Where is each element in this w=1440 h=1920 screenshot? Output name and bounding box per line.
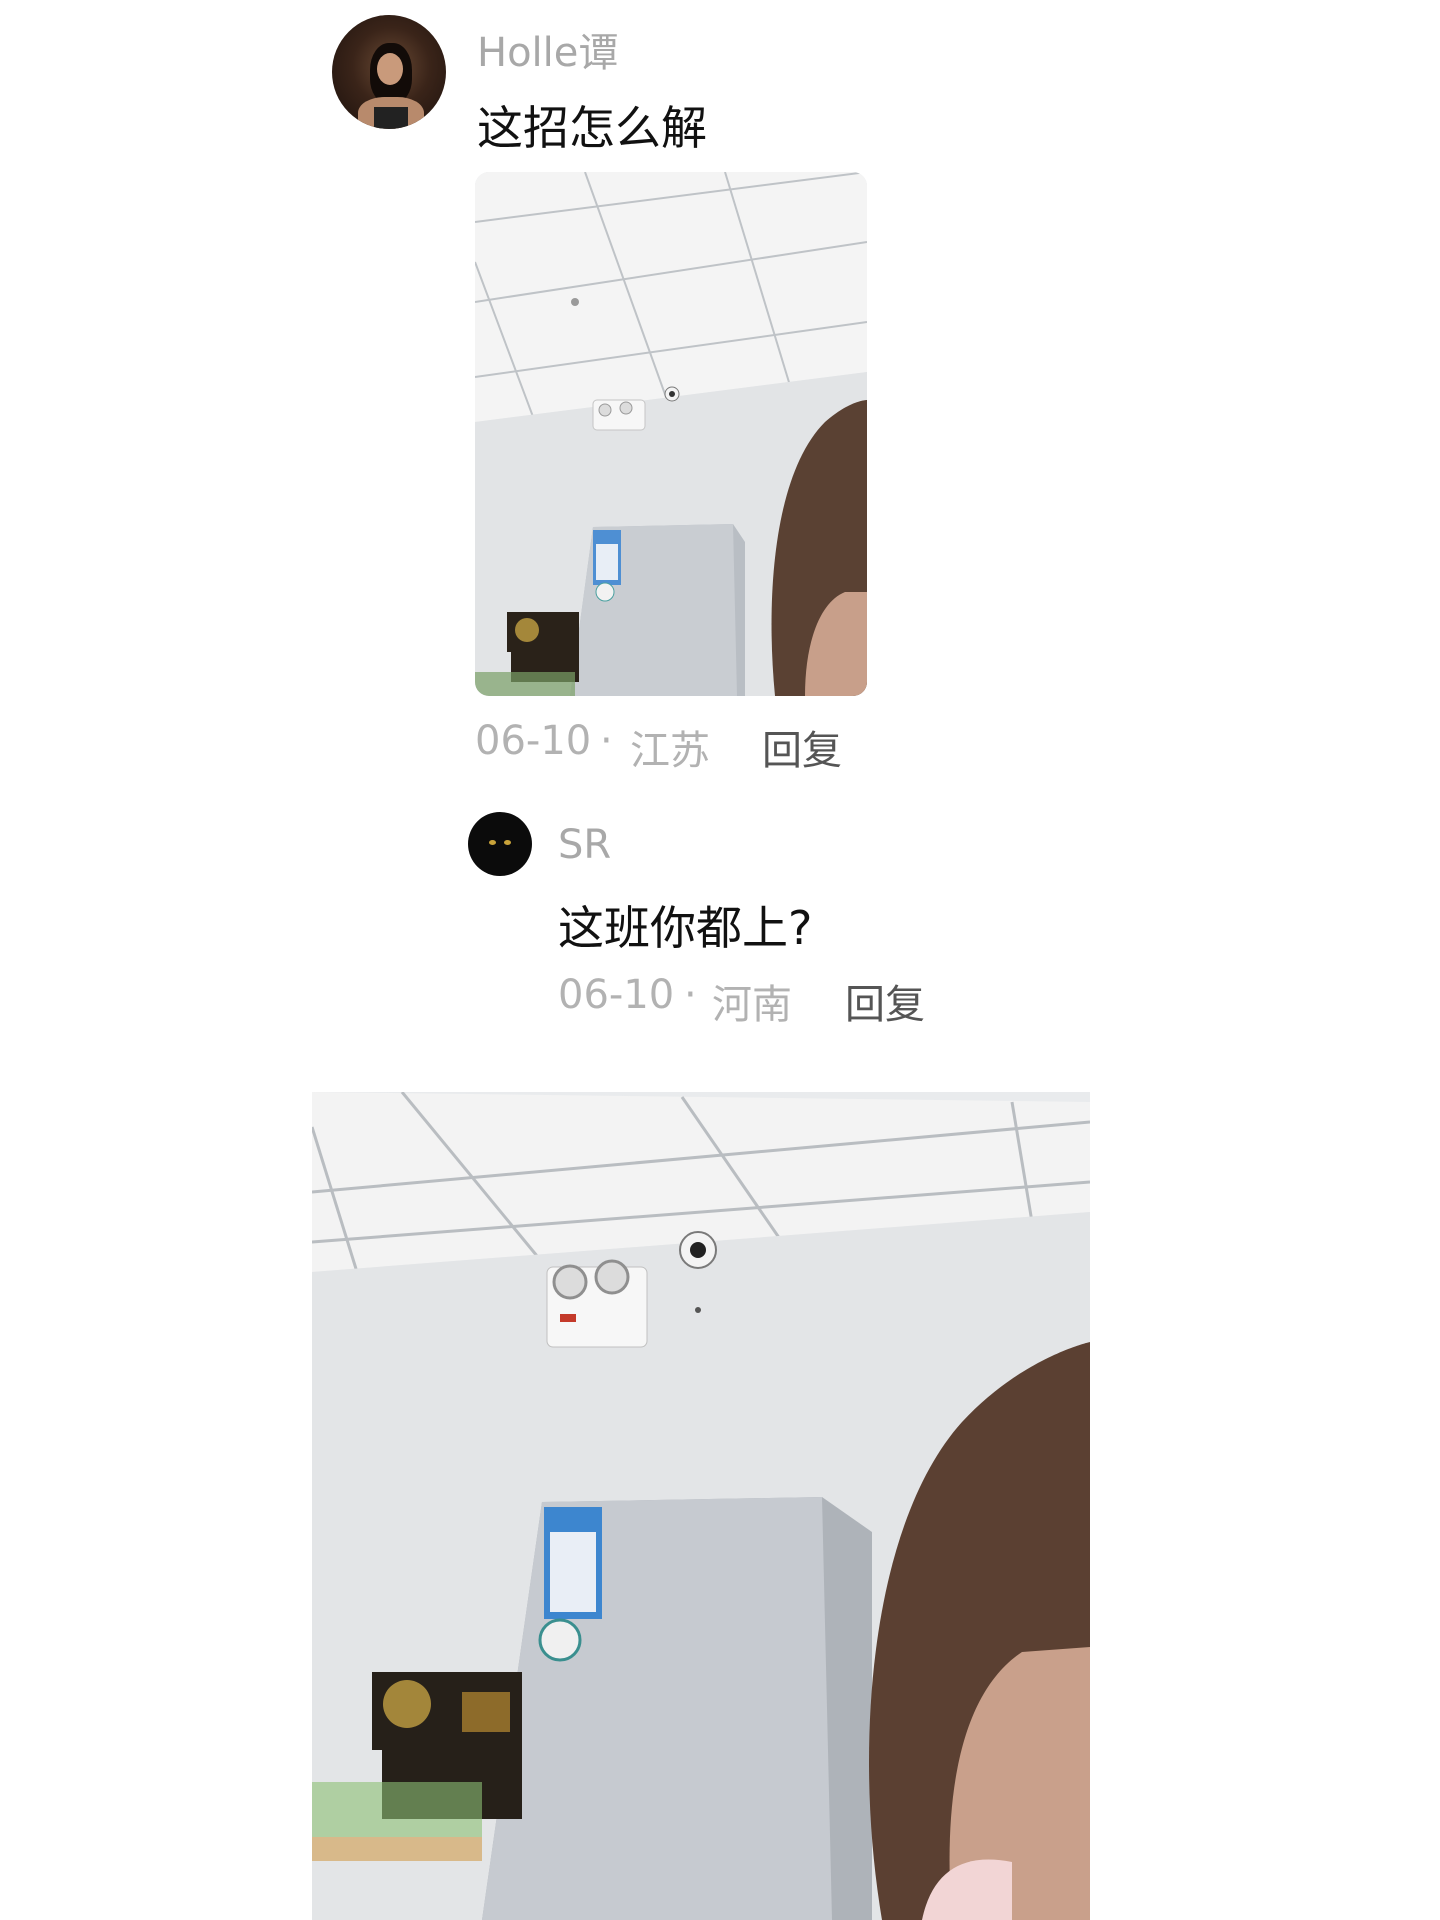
reply-reply-button[interactable]: 回复 [845,972,925,1030]
enlarged-photo[interactable] [312,1092,1090,1920]
comment-attached-photo[interactable] [475,172,867,696]
reply-text: 这班你都上? [558,901,813,955]
reply-date: 06-10 [558,972,675,1018]
office-photo-large-icon [312,1092,1090,1920]
avatar-dress [374,107,408,129]
comment-text: 这招怎么解 [477,101,707,155]
cat-eye-right-icon [504,840,511,845]
comment-meta-separator: · [600,718,613,764]
commenter-avatar[interactable] [332,15,446,129]
replier-username[interactable]: SR [558,822,611,868]
avatar-face [377,53,403,85]
commenter-username[interactable]: Holle谭 [477,20,618,78]
replier-avatar[interactable] [468,812,532,876]
office-photo-small-icon [475,172,867,696]
cat-eye-left-icon [489,840,496,845]
comment-reply-button[interactable]: 回复 [762,718,842,776]
comment-location: 江苏 [630,728,710,774]
reply-location: 河南 [712,982,792,1028]
reply-meta-separator: · [684,972,697,1018]
comment-date: 06-10 [475,718,592,764]
